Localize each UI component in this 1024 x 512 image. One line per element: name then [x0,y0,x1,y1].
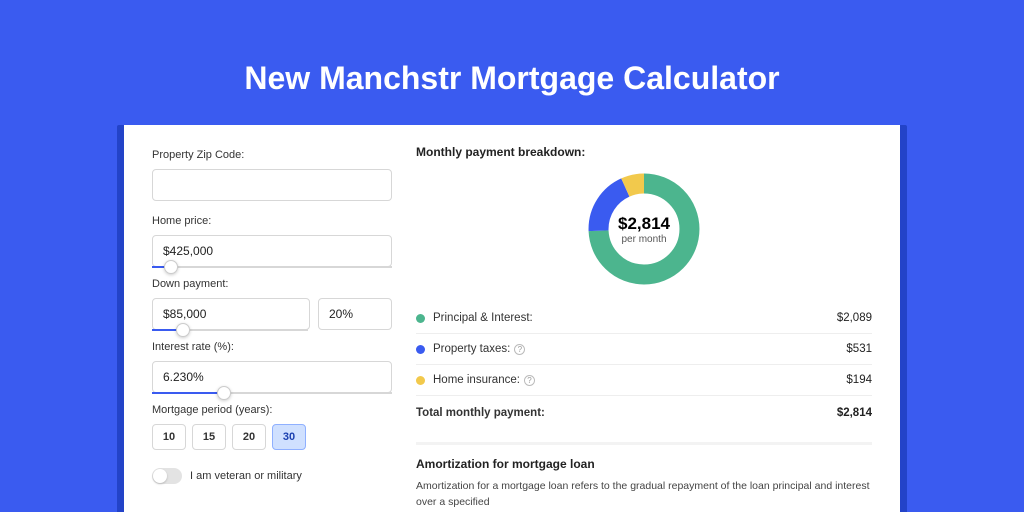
total-value: $2,814 [837,407,872,419]
price-slider[interactable] [152,266,392,268]
legend-dot-icon [416,376,425,385]
amortization-text: Amortization for a mortgage loan refers … [416,479,872,511]
period-option-30[interactable]: 30 [272,424,306,450]
zip-label: Property Zip Code: [152,149,392,161]
legend-row-2: Home insurance:?$194 [416,365,872,396]
donut-sub: per month [621,234,666,245]
period-options: 10152030 [152,424,392,450]
legend-row-1: Property taxes:?$531 [416,334,872,365]
zip-input[interactable] [152,169,392,201]
amortization-title: Amortization for mortgage loan [416,457,872,471]
rate-slider-thumb[interactable] [217,386,231,400]
down-slider-thumb[interactable] [176,323,190,337]
breakdown-panel: Monthly payment breakdown: $2,814 per mo… [416,145,872,512]
period-option-10[interactable]: 10 [152,424,186,450]
legend-label: Home insurance:? [433,374,846,386]
veteran-toggle[interactable] [152,468,182,484]
down-slider[interactable] [152,329,308,331]
info-icon[interactable]: ? [514,344,525,355]
rate-label: Interest rate (%): [152,341,392,353]
donut-chart: $2,814 per month [584,169,704,289]
calculator-card: Property Zip Code: Home price: Down paym… [124,125,900,512]
legend-total-row: Total monthly payment:$2,814 [416,396,872,428]
rate-input[interactable] [152,361,392,393]
donut-value: $2,814 [618,214,670,234]
amortization-section: Amortization for mortgage loan Amortizat… [416,442,872,511]
form-panel: Property Zip Code: Home price: Down paym… [152,145,392,512]
legend-dot-icon [416,345,425,354]
toggle-knob [153,469,167,483]
down-label: Down payment: [152,278,392,290]
price-slider-thumb[interactable] [164,260,178,274]
veteran-label: I am veteran or military [190,470,302,482]
legend-value: $2,089 [837,312,872,324]
breakdown-title: Monthly payment breakdown: [416,145,872,159]
legend-label: Property taxes:? [433,343,846,355]
period-label: Mortgage period (years): [152,404,392,416]
legend-label: Principal & Interest: [433,312,837,324]
price-label: Home price: [152,215,392,227]
down-amount-input[interactable] [152,298,310,330]
legend-row-0: Principal & Interest:$2,089 [416,303,872,334]
legend-value: $531 [846,343,872,355]
legend-value: $194 [846,374,872,386]
period-option-15[interactable]: 15 [192,424,226,450]
down-percent-input[interactable] [318,298,392,330]
legend: Principal & Interest:$2,089Property taxe… [416,303,872,428]
period-option-20[interactable]: 20 [232,424,266,450]
total-label: Total monthly payment: [416,407,837,419]
page-title: New Manchstr Mortgage Calculator [0,0,1024,125]
info-icon[interactable]: ? [524,375,535,386]
legend-dot-icon [416,314,425,323]
price-input[interactable] [152,235,392,267]
rate-slider[interactable] [152,392,392,394]
card-shadow: Property Zip Code: Home price: Down paym… [117,125,907,512]
